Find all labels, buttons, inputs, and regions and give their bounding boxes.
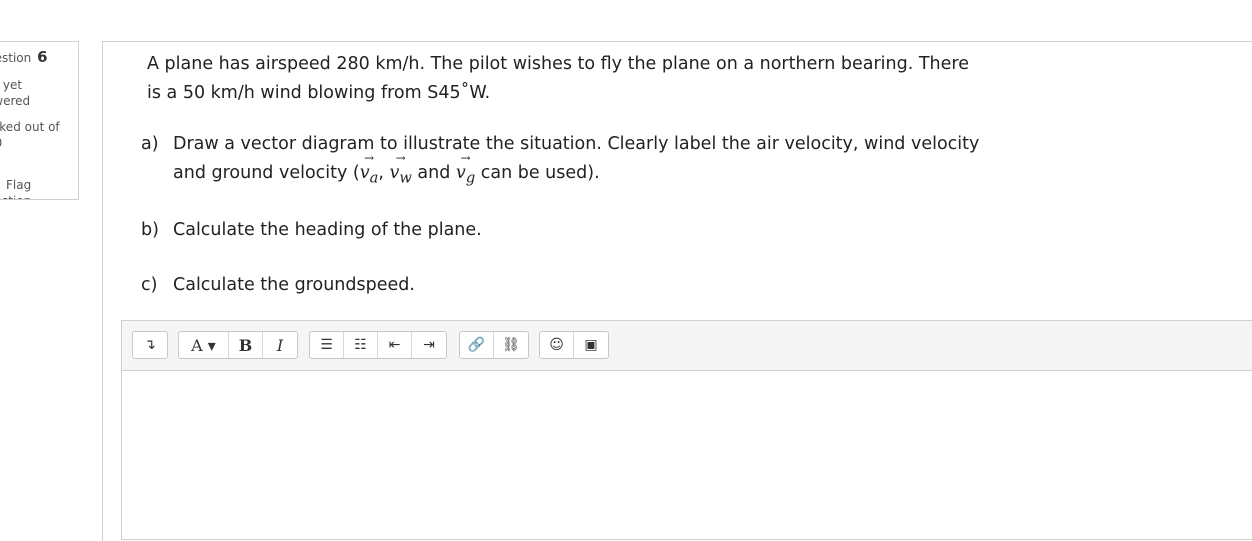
vector-va: va (360, 144, 379, 193)
font-style-button[interactable]: A ▾ (179, 332, 229, 358)
toolbar-group-format: A ▾ B I (178, 331, 298, 359)
question-state: ot yet swered (0, 78, 31, 108)
outdent-button[interactable]: ⇤ (378, 332, 412, 358)
vector-vg: vg (456, 144, 476, 193)
question-intro: A plane has airspeed 280 km/h. The pilot… (147, 54, 969, 103)
vector-vw: vw (389, 144, 412, 193)
part-label: b) (141, 220, 159, 240)
editor-toolbar: ↴ A ▾ B I ☰ ☷ ⇤ ⇥ 🔗 ⛓ ☺ ▣ (122, 321, 1252, 371)
part-a-separator-1: , (378, 163, 390, 183)
italic-icon: I (276, 335, 284, 355)
flag-question-label[interactable]: Flag uestion (0, 178, 31, 199)
ordered-list-icon: ☷ (354, 337, 367, 353)
part-text: Draw a vector diagram to illustrate the … (173, 130, 993, 193)
part-text: Calculate the heading of the plane. (173, 220, 482, 240)
ordered-list-button[interactable]: ☷ (344, 332, 378, 358)
answer-editor: ↴ A ▾ B I ☰ ☷ ⇤ ⇥ 🔗 ⛓ ☺ ▣ (121, 320, 1252, 540)
bold-icon: B (238, 335, 253, 355)
question-label: uestion (0, 51, 32, 65)
question-number-value: 6 (37, 48, 48, 66)
indent-button[interactable]: ⇥ (412, 332, 446, 358)
link-button[interactable]: 🔗 (460, 332, 494, 358)
toolbar-group-media: ☺ ▣ (539, 331, 609, 359)
vector-subscript: w (399, 169, 412, 187)
part-a-text-after: can be used). (475, 163, 600, 183)
toolbar-group-toggle: ↴ (132, 331, 168, 359)
unlink-button[interactable]: ⛓ (494, 332, 528, 358)
image-button[interactable]: ▣ (574, 332, 608, 358)
flag-question-link[interactable]: Flag uestion (0, 161, 67, 199)
toggle-toolbar-icon: ↴ (144, 337, 156, 353)
bold-button[interactable]: B (229, 332, 263, 358)
question-grade: arked out of 00 (0, 120, 60, 150)
font-style-icon: A ▾ (191, 335, 216, 355)
vector-subscript: a (369, 169, 379, 187)
link-icon: 🔗 (467, 337, 486, 353)
part-text: Calculate the groundspeed. (173, 275, 415, 295)
toolbar-group-links: 🔗 ⛓ (459, 331, 529, 359)
unlink-icon: ⛓ (502, 337, 520, 353)
answer-text-area[interactable] (122, 371, 1252, 539)
question-number: uestion 6 (0, 48, 48, 66)
question-info: uestion 6 ot yet swered arked out of 00 … (0, 41, 79, 200)
part-a-separator-2: and (411, 163, 456, 183)
unordered-list-icon: ☰ (320, 337, 333, 353)
emoticon-button[interactable]: ☺ (540, 332, 574, 358)
italic-button[interactable]: I (263, 332, 297, 358)
vector-subscript: g (465, 169, 476, 187)
part-label: a) (141, 134, 159, 154)
part-label: c) (141, 275, 158, 295)
toggle-toolbar-button[interactable]: ↴ (133, 332, 167, 358)
emoticon-icon: ☺ (549, 337, 564, 353)
unordered-list-button[interactable]: ☰ (310, 332, 344, 358)
outdent-icon: ⇤ (388, 337, 401, 353)
image-icon: ▣ (584, 337, 598, 353)
indent-icon: ⇥ (423, 337, 435, 353)
toolbar-group-lists: ☰ ☷ ⇤ ⇥ (309, 331, 447, 359)
